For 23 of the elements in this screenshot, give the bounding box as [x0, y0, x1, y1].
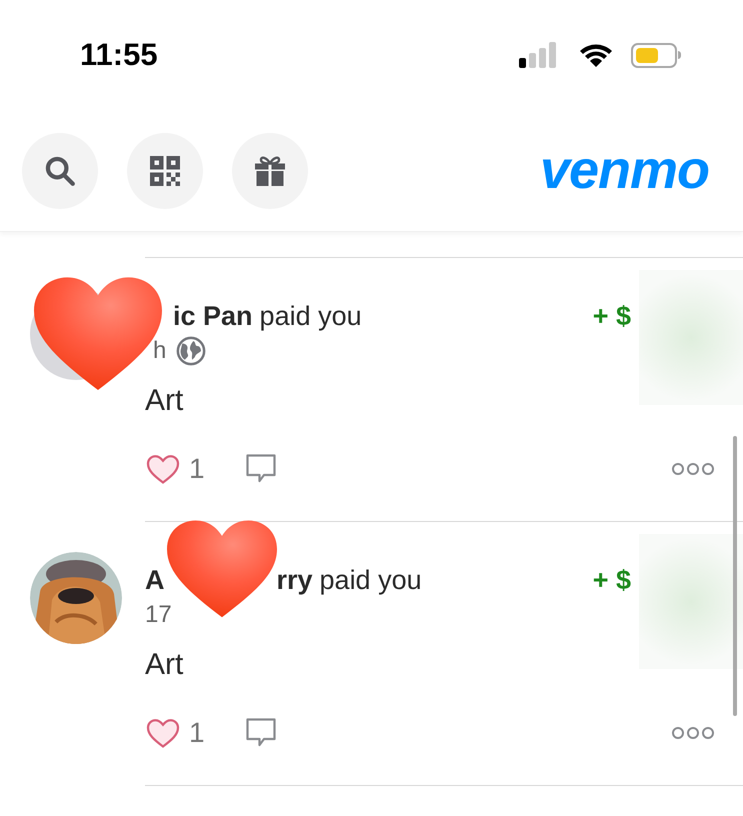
battery-icon: [631, 42, 681, 68]
wifi-icon: [579, 42, 613, 68]
amount: + $: [592, 300, 631, 333]
clock: 11:55: [80, 36, 158, 74]
timestamp: 17: [145, 600, 172, 630]
globe-icon: [176, 336, 206, 366]
payment-note: Art: [145, 647, 184, 683]
payer-name[interactable]: rry: [276, 560, 313, 600]
more-icon[interactable]: [671, 462, 715, 476]
timestamp: h: [153, 336, 166, 366]
payer-name[interactable]: ic Pan: [173, 296, 253, 336]
like-count: 1: [189, 716, 205, 750]
like-button[interactable]: [145, 452, 181, 486]
more-icon[interactable]: [671, 726, 715, 740]
payment-action: paid you: [260, 300, 362, 333]
like-button[interactable]: [145, 716, 181, 750]
payment-note: Art: [145, 383, 184, 419]
like-count: 1: [189, 452, 205, 486]
payment-action: paid you: [320, 564, 422, 597]
payer-name[interactable]: A: [145, 560, 164, 600]
venmo-logo: venmo: [540, 139, 709, 202]
signal-icon: [519, 42, 557, 68]
amount: + $: [592, 564, 631, 597]
